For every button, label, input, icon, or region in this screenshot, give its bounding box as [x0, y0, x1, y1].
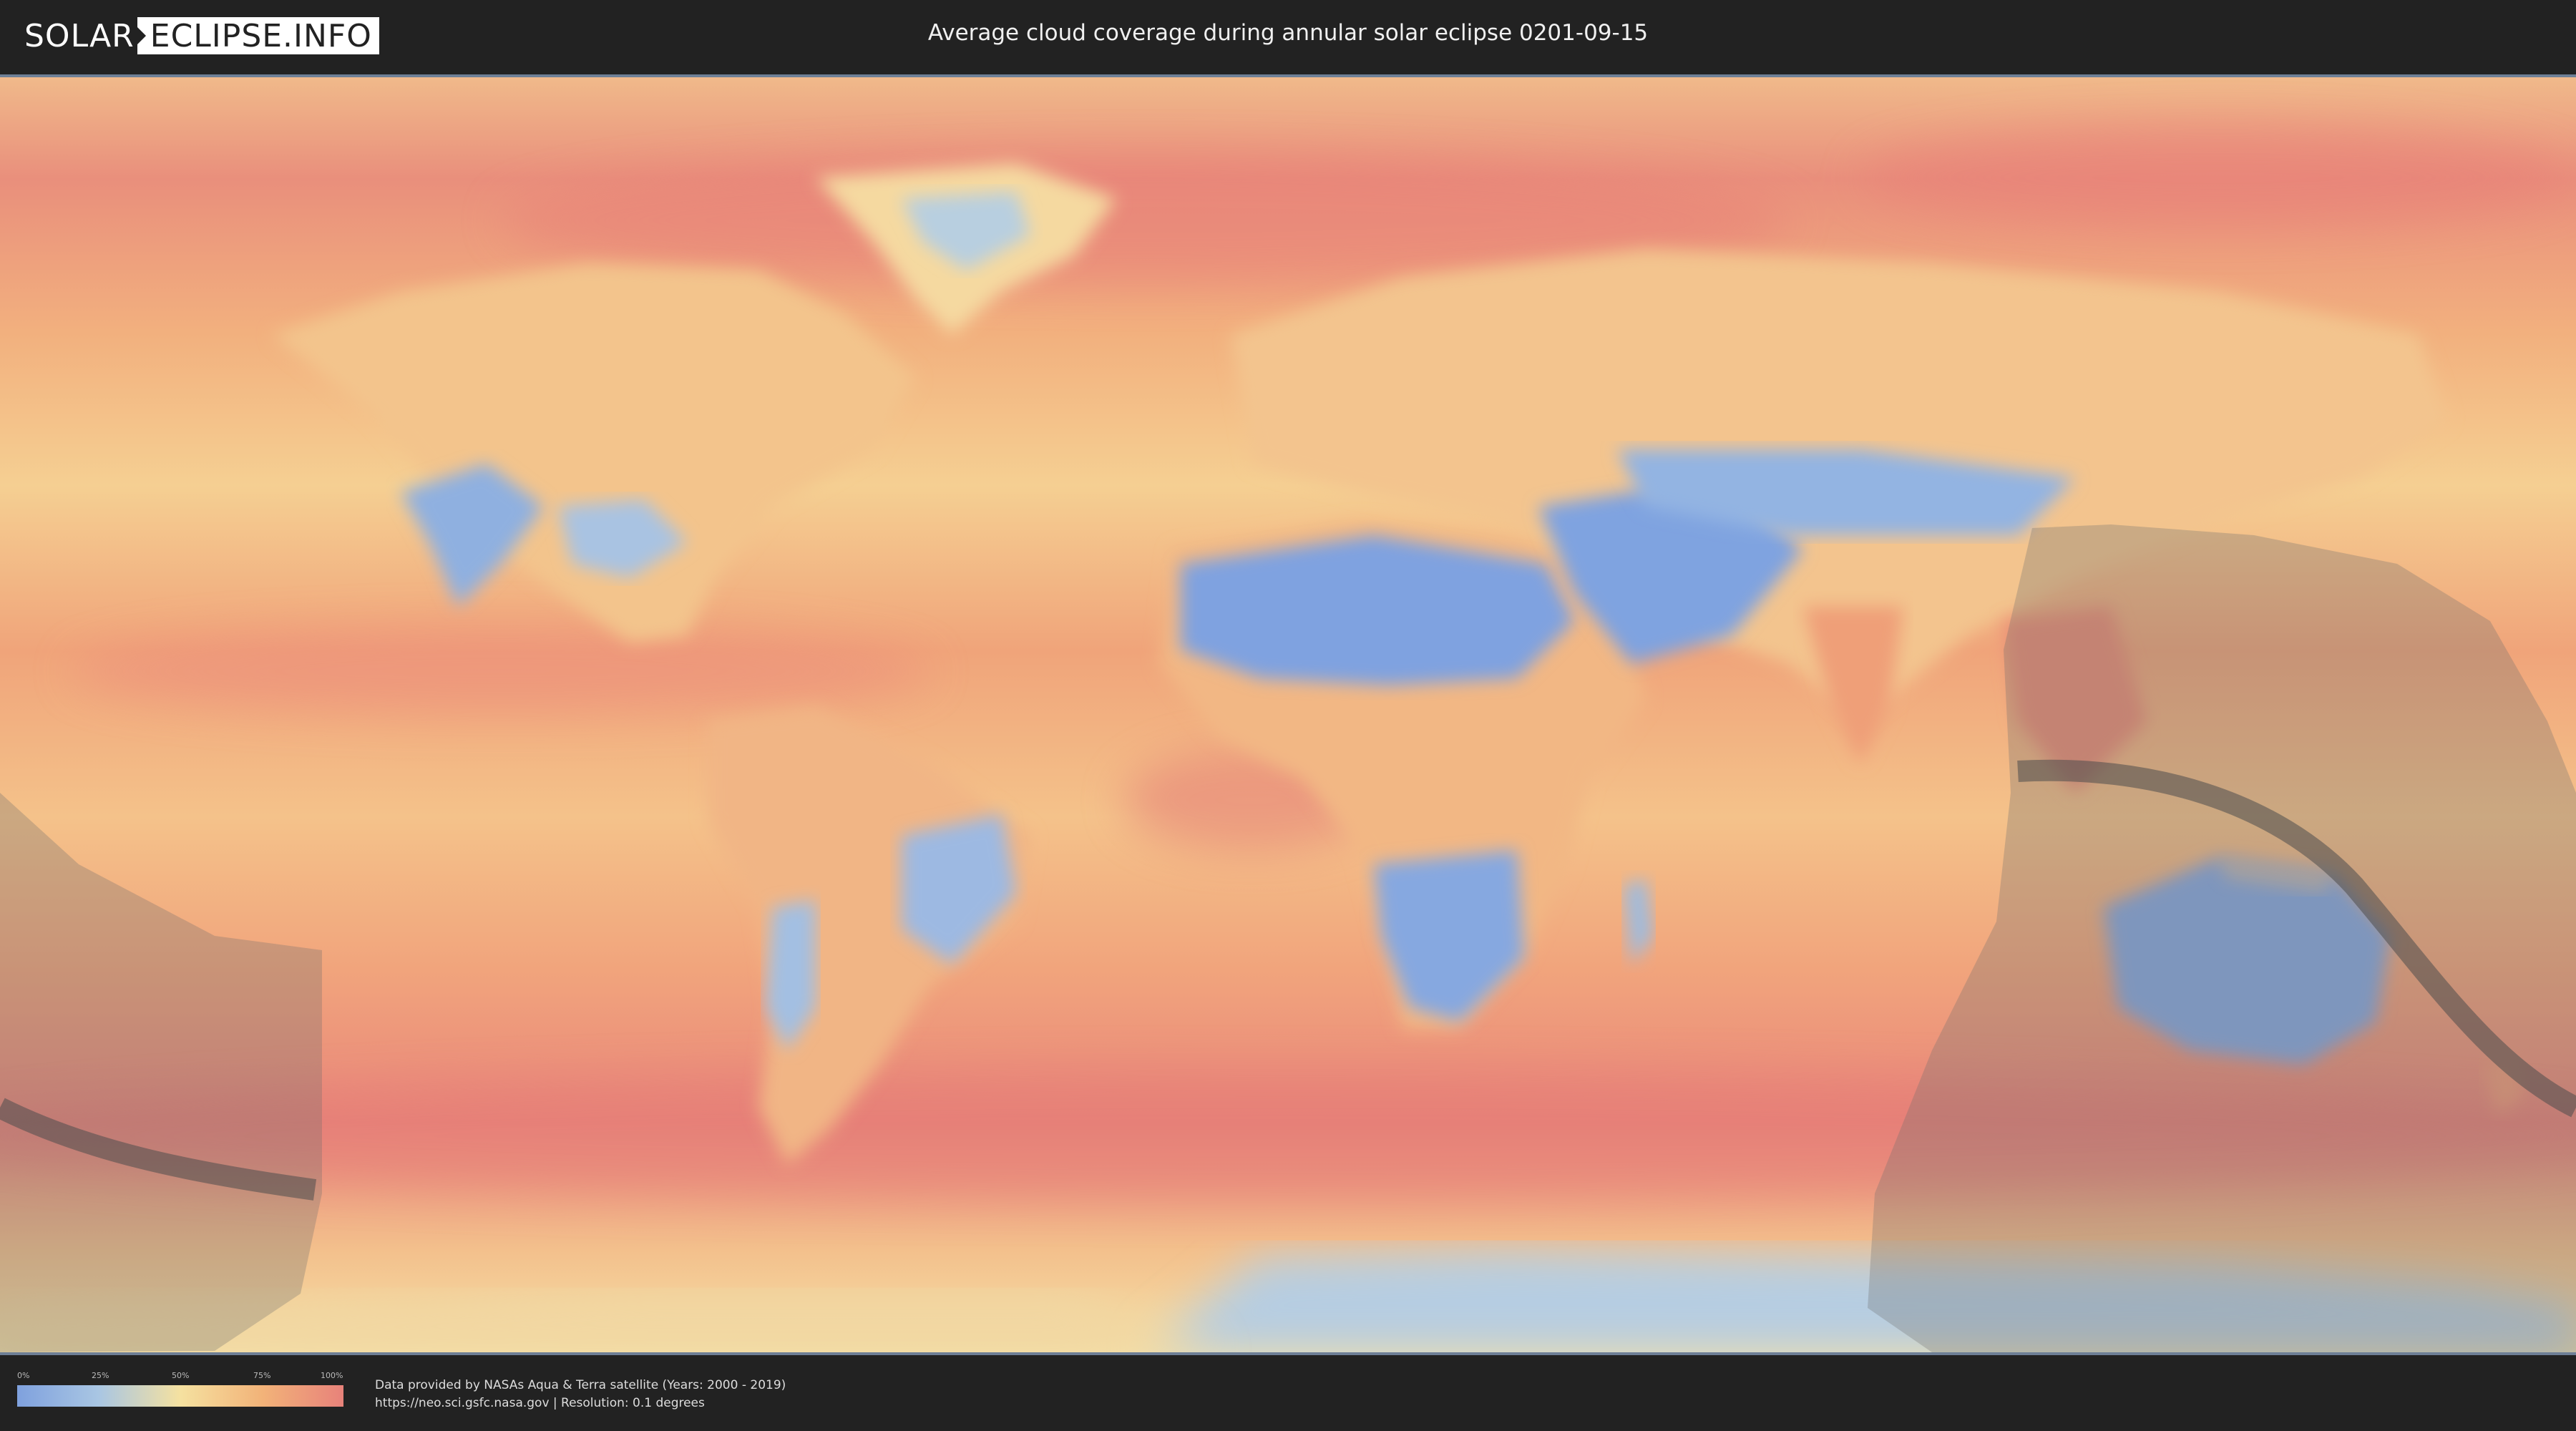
cloud-coverage-legend: 0% 25% 50% 75% 100%: [17, 1371, 343, 1407]
footer-bar: 0% 25% 50% 75% 100% Data provided by NAS…: [0, 1355, 2576, 1431]
legend-tick-25: 25%: [92, 1371, 109, 1380]
world-map-svg: [0, 77, 2576, 1352]
legend-tick-100: 100%: [321, 1371, 343, 1380]
legend-tick-75: 75%: [253, 1371, 271, 1380]
legend-tick-row: 0% 25% 50% 75% 100%: [17, 1371, 343, 1382]
data-credits: Data provided by NASAs Aqua & Terra sate…: [375, 1377, 786, 1412]
cloud-coverage-map[interactable]: [0, 74, 2576, 1355]
legend-color-bar: [17, 1385, 343, 1407]
header-bar: SOLAR ECLIPSE.INFO Average cloud coverag…: [0, 0, 2576, 72]
credits-line-2[interactable]: https://neo.sci.gsfc.nasa.gov | Resoluti…: [375, 1395, 786, 1412]
credits-line-1: Data provided by NASAs Aqua & Terra sate…: [375, 1378, 786, 1392]
page-title: Average cloud coverage during annular so…: [927, 20, 1649, 46]
legend-tick-50: 50%: [172, 1371, 190, 1380]
legend-tick-0: 0%: [17, 1371, 30, 1380]
